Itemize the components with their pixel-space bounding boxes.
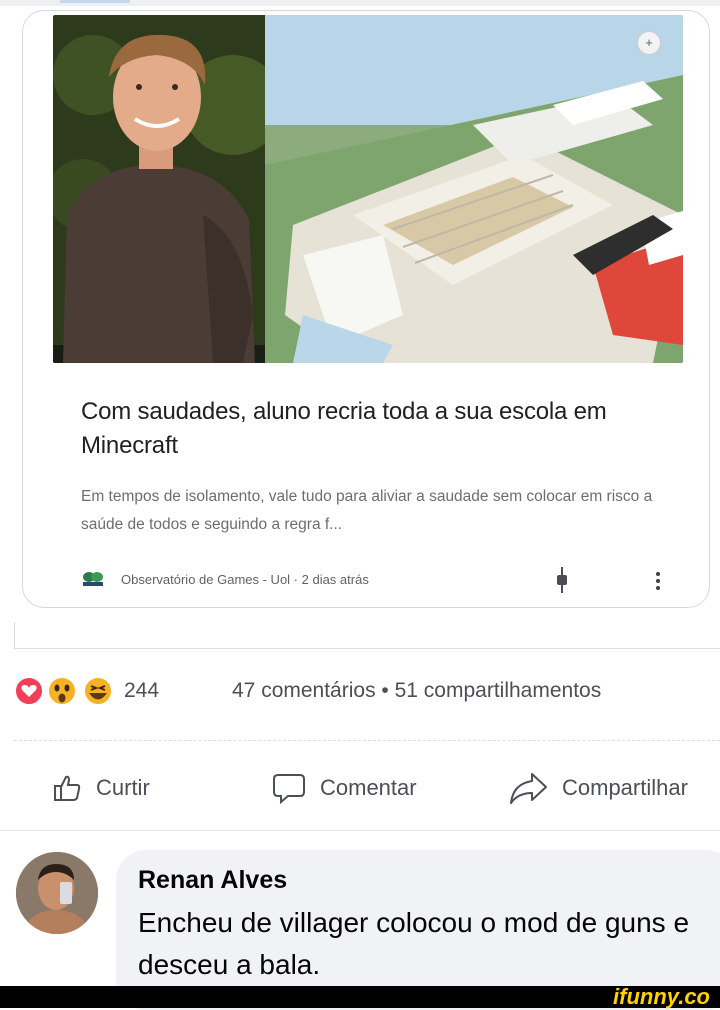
comment-author[interactable]: Renan Alves (138, 866, 287, 895)
bookmark-icon[interactable] (555, 567, 569, 593)
article-thumbnail[interactable]: + (53, 15, 683, 363)
avatar[interactable] (16, 852, 98, 934)
share-arrow-icon (510, 773, 547, 804)
more-options-icon[interactable] (653, 569, 663, 593)
news-card[interactable]: + Com saudades, aluno recria toda a sua … (22, 10, 710, 608)
publisher-logo-icon (83, 572, 103, 586)
reactions-summary[interactable]: 244 47 comentários • 51 compartilhamento… (14, 676, 714, 706)
post-actions: Curtir Comentar Compartilhar (0, 760, 720, 816)
wow-reaction-icon (47, 676, 77, 706)
reaction-icons[interactable] (14, 676, 118, 706)
article-source-row: Observatório de Games - Uol · 2 dias atr… (81, 567, 681, 593)
comment-label: Comentar (320, 775, 417, 800)
comment-text: Encheu de villager colocou o mod de guns… (138, 907, 690, 980)
article-snippet: Em tempos de isolamento, vale tudo para … (81, 488, 653, 533)
comments-shares-count[interactable]: 47 comentários • 51 compartilhamentos (232, 679, 601, 703)
reaction-count[interactable]: 244 (124, 679, 159, 703)
haha-reaction-icon (83, 676, 113, 706)
watermark: ifunny.co (613, 984, 710, 1009)
article-headline[interactable]: Com saudades, aluno recria toda a sua es… (81, 395, 681, 463)
plus-icon[interactable]: + (637, 31, 661, 55)
like-button[interactable]: Curtir (52, 760, 150, 816)
thumbs-up-icon (54, 775, 81, 801)
actions-divider (0, 830, 720, 831)
share-label: Compartilhar (562, 775, 688, 800)
watermark-bar: ifunny.co (0, 986, 720, 1008)
share-button[interactable]: Compartilhar (508, 760, 688, 816)
article-source: Observatório de Games - Uol · 2 dias atr… (121, 572, 369, 587)
post-divider (14, 622, 720, 649)
comment-button[interactable]: Comentar (272, 760, 417, 816)
love-reaction-icon (14, 676, 44, 706)
speech-bubble-icon (273, 774, 305, 804)
reactions-divider (14, 740, 720, 741)
top-divider (0, 0, 720, 6)
like-label: Curtir (96, 775, 150, 800)
